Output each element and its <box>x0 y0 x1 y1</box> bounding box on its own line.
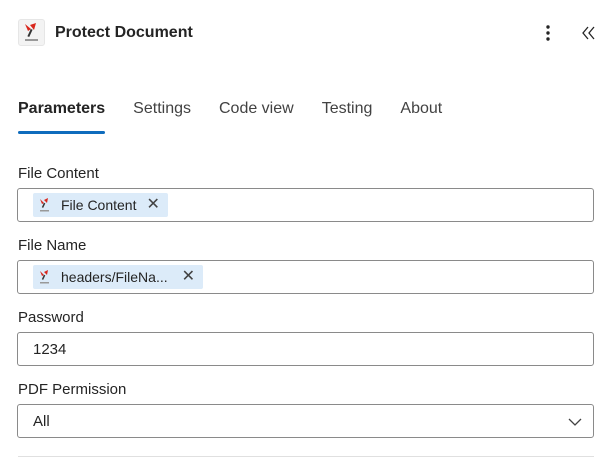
password-label: Password <box>18 309 84 326</box>
page-title: Protect Document <box>55 24 193 41</box>
divider <box>18 456 594 457</box>
panel-header: Protect Document <box>0 0 605 66</box>
more-vertical-icon <box>546 25 550 41</box>
remove-token-icon[interactable]: ✕ <box>182 269 195 285</box>
tab-code-view[interactable]: Code view <box>219 92 294 134</box>
api-key-logo-icon <box>40 270 49 284</box>
tab-list: Parameters Settings Code view Testing Ab… <box>18 92 470 134</box>
pdf-permission-selected: All <box>33 413 50 430</box>
file-name-label: File Name <box>18 237 87 254</box>
chevron-down-icon <box>568 418 582 426</box>
api-key-logo-icon <box>40 198 49 212</box>
double-chevron-left-icon <box>582 26 595 40</box>
remove-token-icon[interactable]: ✕ <box>146 197 159 213</box>
pdf-permission-dropdown[interactable]: All <box>17 404 594 438</box>
more-options-button[interactable] <box>536 21 560 45</box>
file-name-token-label: headers/FileNa... <box>61 269 168 285</box>
tab-testing[interactable]: Testing <box>322 92 373 134</box>
file-content-token: File Content ✕ <box>33 193 168 217</box>
file-name-field[interactable]: headers/FileNa... ✕ <box>17 260 594 294</box>
tab-parameters[interactable]: Parameters <box>18 92 106 134</box>
tab-settings[interactable]: Settings <box>133 92 191 134</box>
file-name-token: headers/FileNa... ✕ <box>33 265 204 289</box>
file-content-field[interactable]: File Content ✕ <box>17 188 594 222</box>
file-content-token-label: File Content <box>61 197 137 213</box>
collapse-panel-button[interactable] <box>577 21 601 45</box>
api-key-logo-icon <box>18 19 45 46</box>
password-value: 1234 <box>33 341 67 358</box>
password-input[interactable]: 1234 <box>17 332 594 366</box>
file-content-label: File Content <box>18 165 99 182</box>
pdf-permission-label: PDF Permission <box>18 381 127 398</box>
tab-about[interactable]: About <box>400 92 442 134</box>
